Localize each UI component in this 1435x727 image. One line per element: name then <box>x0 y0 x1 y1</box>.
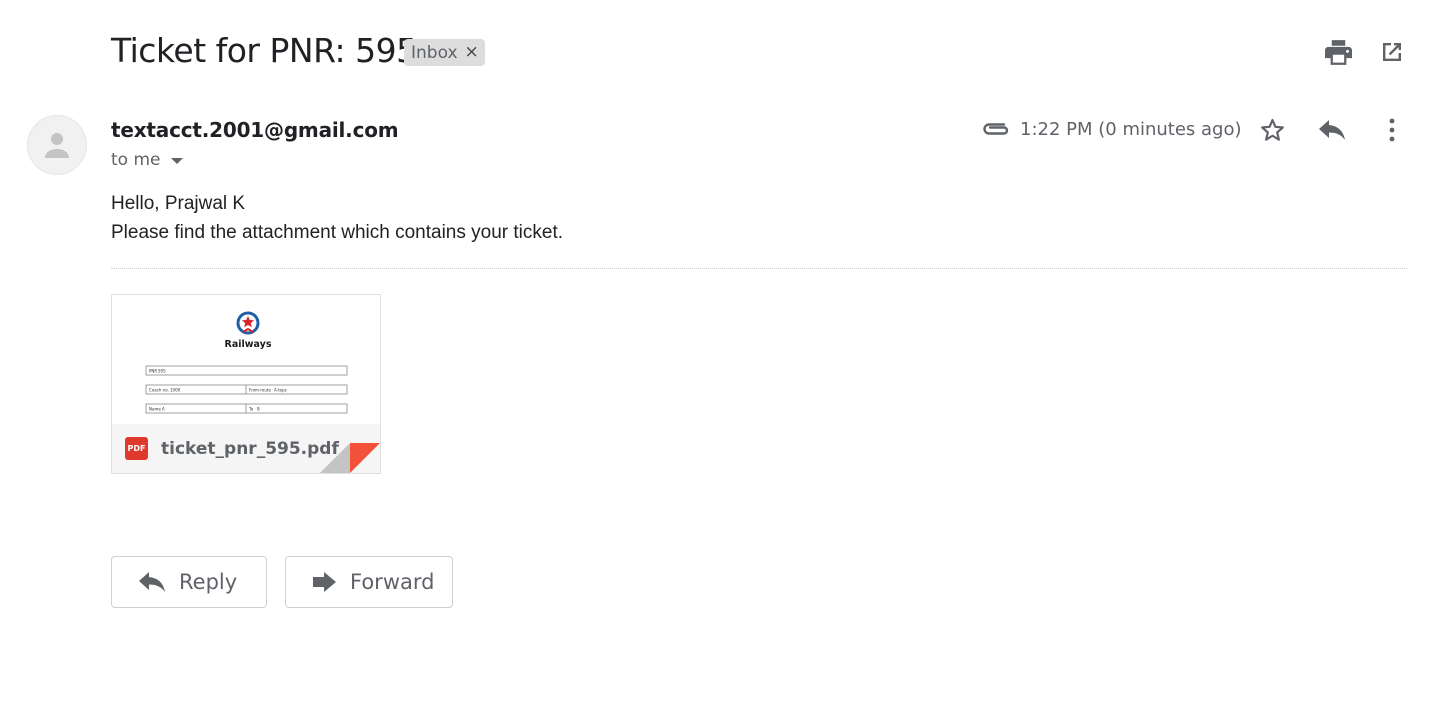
sender-avatar <box>27 115 87 175</box>
attachment-filename: ticket_pnr_595.pdf <box>161 438 339 459</box>
message-line: Please find the attachment which contain… <box>111 222 564 243</box>
reply-button-label: Reply <box>179 570 238 594</box>
recipient-text: to me <box>111 150 161 170</box>
print-icon[interactable] <box>1322 36 1354 68</box>
preview-cell: B <box>257 407 260 412</box>
reply-icon[interactable] <box>1316 114 1348 146</box>
email-timestamp: 1:22 PM (0 minutes ago) <box>1020 119 1242 140</box>
preview-cell: A-tops <box>274 388 287 393</box>
attachment-clip-icon <box>980 118 1012 140</box>
sender-email[interactable]: textacct.2001@gmail.com <box>111 118 399 142</box>
forward-button[interactable]: Forward <box>285 556 453 608</box>
email-body: Hello, Prajwal K Please find the attachm… <box>111 189 563 247</box>
inbox-label-chip[interactable]: Inbox × <box>404 39 485 66</box>
attachment-corner-fold <box>320 443 380 473</box>
recipient-details-toggle[interactable]: to me <box>111 150 183 170</box>
caret-down-icon <box>170 158 183 164</box>
forward-icon <box>313 572 336 592</box>
greeting-line: Hello, Prajwal K <box>111 193 246 214</box>
preview-cell: 1000 <box>170 388 181 393</box>
preview-cell: Coach no. <box>149 388 169 393</box>
preview-cell: PNR <box>149 369 157 374</box>
preview-logo-text: Railways <box>225 339 272 350</box>
open-in-new-icon[interactable] <box>1377 36 1407 68</box>
label-text: Inbox <box>411 42 458 63</box>
preview-cell: 595 <box>158 369 166 374</box>
preview-cell: To <box>248 407 254 412</box>
preview-cell: A <box>162 407 165 412</box>
email-subject: Ticket for PNR: 595 <box>111 31 417 70</box>
reply-icon <box>139 572 165 592</box>
preview-cell: Name <box>149 407 161 412</box>
railways-logo-icon <box>236 311 260 335</box>
remove-label-icon[interactable]: × <box>465 44 479 61</box>
pdf-icon: PDF <box>125 437 148 460</box>
attachment-divider <box>111 268 1407 269</box>
reply-button[interactable]: Reply <box>111 556 267 608</box>
attachment-card[interactable]: Railways PNR 595 Coach no. 1000 From-rou… <box>111 294 381 474</box>
forward-button-label: Forward <box>350 570 435 594</box>
more-vert-icon[interactable] <box>1376 114 1408 146</box>
attachment-preview: Railways PNR 595 Coach no. 1000 From-rou… <box>112 295 380 424</box>
preview-cell: From-route <box>249 388 271 393</box>
star-icon[interactable] <box>1256 114 1288 146</box>
avatar-person-icon <box>45 133 69 158</box>
